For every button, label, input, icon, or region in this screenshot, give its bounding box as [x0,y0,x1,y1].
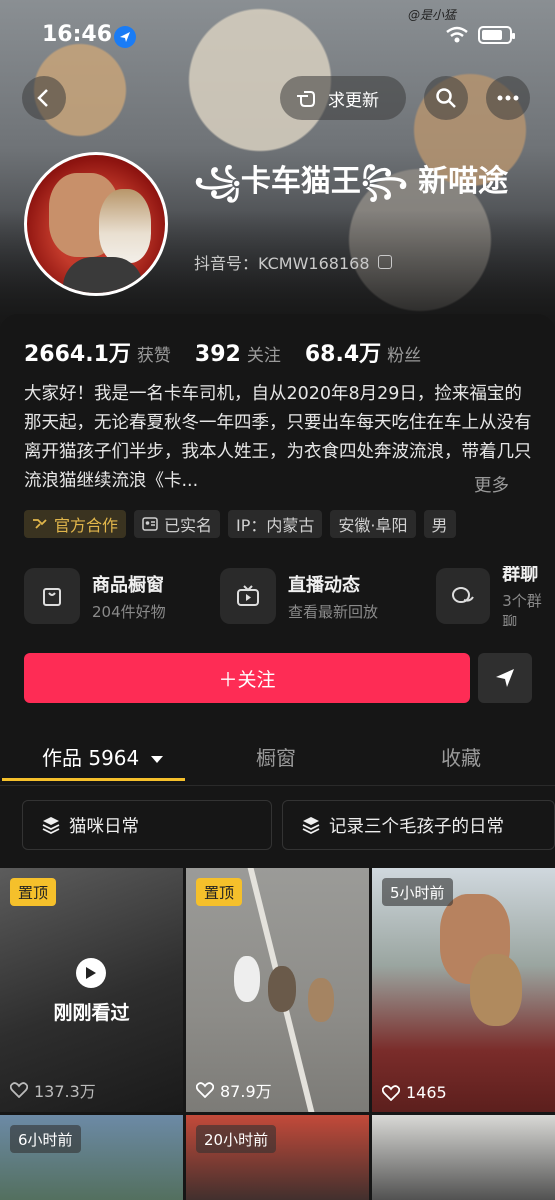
tag-gender: 男 [423,510,456,538]
avatar[interactable] [24,152,168,296]
profile-nickname: ꧁卡车猫王꧂ 新喵途 [194,164,509,199]
more-button[interactable] [486,76,530,120]
time-badge: 5小时前 [382,878,453,906]
shortcut-group-chat[interactable]: 群聊 3个群聊 [436,566,555,626]
video-tile[interactable]: 20小时前 [186,1115,369,1200]
like-count: 137.3万 [10,1078,96,1102]
tv-icon [220,568,276,624]
collection-cat-daily[interactable]: 猫咪日常 [22,800,272,850]
stat-likes[interactable]: 2664.1万 获赞 [24,336,171,368]
video-tile[interactable]: 5小时前 1465 [372,868,555,1112]
account-id-text: 抖音号：KCMW168168 [194,254,370,273]
heart-icon [196,1082,214,1098]
collection-three-pets[interactable]: 记录三个毛孩子的日常 [282,800,555,850]
send-icon [496,669,514,687]
profile-tabs: 作品 5964 橱窗 收藏 [0,732,555,784]
shortcut-live[interactable]: 直播动态 查看最新回放 [220,566,378,626]
search-icon [436,88,456,108]
tab-works[interactable]: 作品 5964 [42,742,164,771]
time-badge: 6小时前 [10,1125,81,1153]
chat-icon [436,568,491,624]
collection-row: 猫咪日常 记录三个毛孩子的日常 [22,800,555,852]
tag-ip: IP：内蒙古 [228,510,323,538]
pointing-hand-icon [297,91,315,107]
tag-verified: 已实名 [134,510,221,538]
tag-location: 安徽·阜阳 [330,510,416,538]
shortcut-shop-window[interactable]: 商品橱窗 204件好物 [24,566,166,626]
time-badge: 20小时前 [196,1125,277,1153]
tab-shop-window[interactable]: 橱窗 [256,742,296,771]
like-count: 87.9万 [196,1078,272,1102]
profile-stats: 2664.1万 获赞 392 关注 68.4万 粉丝 [24,336,421,368]
status-bar: 16:46 @是小猛 [0,0,555,72]
cat-tabby [268,966,296,1012]
cat-held [470,954,522,1026]
cat-white [234,956,260,1002]
recently-watched-label: 刚刚看过 [53,1002,130,1024]
tab-active-indicator [2,778,185,781]
follow-label: ＋关注 [218,668,276,691]
tab-favorites[interactable]: 收藏 [441,742,481,771]
profile-tags: 官方合作 已实名 IP：内蒙古 安徽·阜阳 男 [24,510,456,538]
follow-button[interactable]: ＋关注 [24,653,470,703]
layers-icon [302,817,320,835]
account-id[interactable]: 抖音号：KCMW168168 [194,250,392,274]
share-button[interactable] [478,653,532,703]
video-tile[interactable]: 置顶 87.9万 [186,868,369,1112]
video-grid: 置顶 刚刚看过 137.3万 置顶 87.9万 5小时前 1465 6小时前 2… [0,868,555,1200]
video-tile[interactable]: 6小时前 [0,1115,183,1200]
video-tile[interactable] [372,1115,555,1200]
shortcut-row: 商品橱窗 204件好物 直播动态 查看最新回放 群聊 3个群聊 [24,566,555,626]
like-count: 1465 [382,1083,447,1102]
layers-icon [42,817,60,835]
more-dots-icon [497,95,519,101]
stat-following[interactable]: 392 关注 [195,341,281,367]
status-time: 16:46 [42,22,113,47]
shopping-bag-icon [24,568,80,624]
tag-official-cooperation[interactable]: 官方合作 [24,510,127,538]
stat-followers[interactable]: 68.4万 粉丝 [305,336,421,368]
wifi-icon [445,26,469,48]
caret-down-icon [150,756,163,763]
request-update-button[interactable]: 求更新 [280,76,406,120]
id-card-icon [142,517,158,531]
video-tile[interactable]: 置顶 刚刚看过 137.3万 [0,868,183,1112]
profile-card: 2664.1万 获赞 392 关注 68.4万 粉丝 大家好！我是一名卡车司机，自从2… [0,314,555,1200]
cat-brown [308,978,334,1022]
profile-bio: 大家好！我是一名卡车司机，自从2020年8月29日，捡来福宝的那天起，无论春夏秋… [24,384,532,491]
heart-icon [382,1084,400,1101]
bio-more-link[interactable]: 更多 [474,472,509,497]
watermark: @是小猛 [408,8,457,22]
battery-icon [478,26,515,44]
request-update-label: 求更新 [328,90,379,111]
location-arrow-icon [114,26,136,48]
heart-icon [10,1082,28,1098]
copy-icon[interactable] [377,255,392,269]
play-icon [76,958,106,988]
pinned-badge: 置顶 [196,878,243,906]
handshake-icon [33,519,47,529]
chevron-left-icon [37,89,48,107]
search-button[interactable] [424,76,468,120]
pinned-badge: 置顶 [10,878,57,906]
back-button[interactable] [22,76,66,120]
